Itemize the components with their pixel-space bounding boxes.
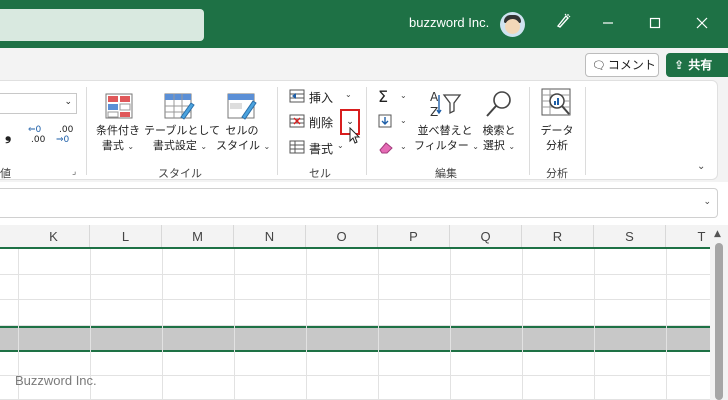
autosum-button[interactable]: Σ ⌄ xyxy=(376,87,410,107)
column-header-l[interactable]: L xyxy=(90,225,162,247)
fill-down-icon xyxy=(378,114,392,128)
scroll-up-icon[interactable]: ▲ xyxy=(714,229,721,239)
column-header-row: KLMNOPQRST xyxy=(0,225,710,249)
chevron-down-icon: ⌄ xyxy=(337,141,344,150)
data-analysis-icon xyxy=(540,87,574,122)
share-button[interactable]: ⇪ 共有 xyxy=(666,53,728,77)
table-row[interactable] xyxy=(0,376,710,400)
column-header-o[interactable]: O xyxy=(306,225,378,247)
title-bar: buzzword Inc. xyxy=(0,0,728,48)
magnifier-icon xyxy=(483,89,515,122)
chevron-down-icon: ⌄ xyxy=(400,142,407,151)
column-header-q[interactable]: Q xyxy=(450,225,522,247)
column-header-n[interactable]: N xyxy=(234,225,306,247)
comma-style-button[interactable]: ❟ xyxy=(5,125,11,145)
minimize-icon[interactable] xyxy=(596,12,620,36)
avatar-icon[interactable] xyxy=(500,12,525,37)
comment-button[interactable]: 🗨 コメント xyxy=(585,53,659,77)
format-button[interactable]: 書式 ⌄ xyxy=(287,138,357,158)
dialog-launcher-icon[interactable]: ⌟ xyxy=(72,167,76,177)
column-header-t[interactable]: T xyxy=(666,225,710,247)
grid-line xyxy=(594,249,595,400)
increase-decimal-button[interactable]: ⇐0 .00 xyxy=(28,125,52,147)
cell-group-label: セル xyxy=(309,167,331,180)
delete-icon xyxy=(289,114,305,128)
column-header-m[interactable]: M xyxy=(162,225,234,247)
grid-line xyxy=(378,249,379,400)
chevron-down-icon: ⌄ xyxy=(400,91,407,100)
column-header-p[interactable]: P xyxy=(378,225,450,247)
clear-button[interactable]: ⌄ xyxy=(376,138,410,158)
collapse-ribbon-icon[interactable]: ⌄ xyxy=(697,161,705,172)
chevron-down-icon: ⌄ xyxy=(263,142,271,151)
watermark: Buzzword Inc. xyxy=(15,373,97,388)
comment-icon: 🗨 xyxy=(592,59,606,72)
cell-style-icon xyxy=(226,91,258,124)
scroll-thumb[interactable] xyxy=(715,243,723,400)
column-header-s[interactable]: S xyxy=(594,225,666,247)
grid-line xyxy=(450,249,451,400)
format-icon xyxy=(289,140,305,154)
share-icon: ⇪ xyxy=(674,58,685,72)
column-header-r[interactable]: R xyxy=(522,225,594,247)
number-group-label: 値 xyxy=(0,167,11,180)
fill-button[interactable]: ⌄ xyxy=(376,112,410,132)
chevron-down-icon: ⌄ xyxy=(346,117,354,127)
table-row[interactable] xyxy=(0,251,710,275)
search-box[interactable] xyxy=(0,9,204,41)
pen-icon[interactable] xyxy=(551,12,575,36)
sort-filter-icon: A Z xyxy=(428,89,462,122)
maximize-icon[interactable] xyxy=(643,12,667,36)
selected-row[interactable] xyxy=(0,326,710,352)
style-group-label: スタイル xyxy=(158,167,202,180)
insert-button[interactable]: 挿入 ⌄ xyxy=(287,87,357,107)
worksheet-grid[interactable]: KLMNOPQRST xyxy=(0,225,710,400)
decrease-decimal-button[interactable]: .00 ⇒0 xyxy=(56,125,80,147)
column-header-k[interactable]: K xyxy=(18,225,90,247)
chevron-down-icon[interactable]: ⌄ xyxy=(703,197,711,207)
chevron-down-icon: ⌄ xyxy=(345,90,352,99)
chevron-down-icon: ⌄ xyxy=(127,142,135,151)
sigma-icon: Σ xyxy=(378,87,389,106)
grid-line xyxy=(306,249,307,400)
insert-icon xyxy=(289,89,305,103)
comment-label: コメント xyxy=(607,58,656,72)
table-format-icon xyxy=(163,91,195,124)
analysis-group-label: 分析 xyxy=(546,167,568,180)
grid-line xyxy=(522,249,523,400)
chevron-down-icon: ⌄ xyxy=(400,116,407,125)
grid-line xyxy=(234,249,235,400)
svg-text:Z: Z xyxy=(430,105,438,119)
delete-button[interactable]: 削除 xyxy=(287,112,337,132)
svg-text:A: A xyxy=(430,90,439,104)
company-name: buzzword Inc. xyxy=(409,15,490,30)
table-row[interactable] xyxy=(0,300,710,326)
chevron-down-icon: ⌄ xyxy=(508,142,516,151)
formula-bar[interactable]: ⌄ xyxy=(0,188,718,218)
number-format-combo[interactable]: ⌄ xyxy=(0,93,77,114)
chevron-down-icon: ⌄ xyxy=(200,142,208,151)
table-row[interactable] xyxy=(0,352,710,376)
ribbon: ⌄ ❟ ⇐0 .00 .00 ⇒0 値 ⌟ 条件付き 書式 ⌄ テーブルとして … xyxy=(0,80,728,182)
close-icon[interactable] xyxy=(690,12,714,36)
vertical-scrollbar[interactable]: ▲ xyxy=(710,225,728,400)
edit-group-label: 編集 xyxy=(435,167,457,180)
ribbon-top-bar: 🗨 コメント ⇪ 共有 xyxy=(0,48,728,80)
grid-line xyxy=(162,249,163,400)
table-row[interactable] xyxy=(0,275,710,300)
grid-line xyxy=(666,249,667,400)
conditional-format-icon xyxy=(104,91,134,124)
ribbon-panel: ⌄ ❟ ⇐0 .00 .00 ⇒0 値 ⌟ 条件付き 書式 ⌄ テーブルとして … xyxy=(0,80,718,180)
chevron-down-icon: ⌄ xyxy=(64,97,72,107)
share-label: 共有 xyxy=(688,58,713,72)
eraser-icon xyxy=(379,142,393,154)
